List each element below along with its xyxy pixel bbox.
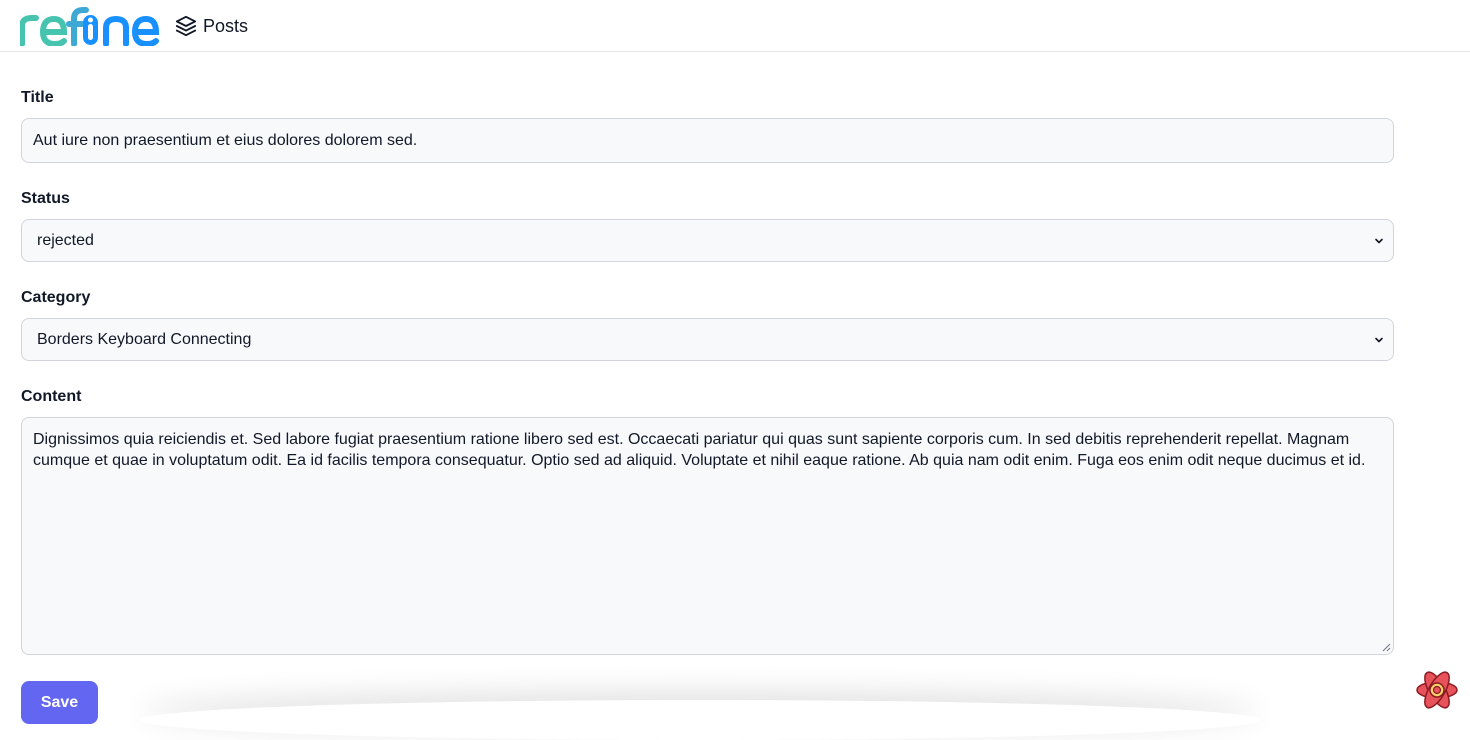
category-select[interactable]: Borders Keyboard Connecting <box>21 318 1394 361</box>
chevron-down-icon <box>1375 238 1383 244</box>
content-label: Content <box>21 388 82 405</box>
save-button[interactable]: Save <box>21 681 98 724</box>
content-textarea[interactable]: Dignissimos quia reiciendis et. Sed labo… <box>21 417 1394 655</box>
status-select-value: rejected <box>37 232 94 249</box>
status-label: Status <box>21 190 70 207</box>
devtools-icon[interactable] <box>1414 668 1460 712</box>
refine-logo[interactable] <box>20 6 160 46</box>
category-select-value: Borders Keyboard Connecting <box>37 331 252 348</box>
content-text: Dignissimos quia reiciendis et. Sed labo… <box>33 431 1366 469</box>
nav-item-posts[interactable]: Posts <box>175 12 248 40</box>
top-navigation-bar: Posts <box>0 0 1470 52</box>
bottom-shadow <box>140 700 1260 740</box>
title-input[interactable]: Aut iure non praesentium et eius dolores… <box>21 118 1394 163</box>
resize-grip-icon[interactable] <box>1381 642 1391 652</box>
status-select[interactable]: rejected <box>21 219 1394 262</box>
layers-icon <box>175 15 197 37</box>
category-label: Category <box>21 289 91 306</box>
chevron-down-icon <box>1375 337 1383 343</box>
title-label: Title <box>21 89 54 106</box>
nav-item-label: Posts <box>203 15 249 36</box>
